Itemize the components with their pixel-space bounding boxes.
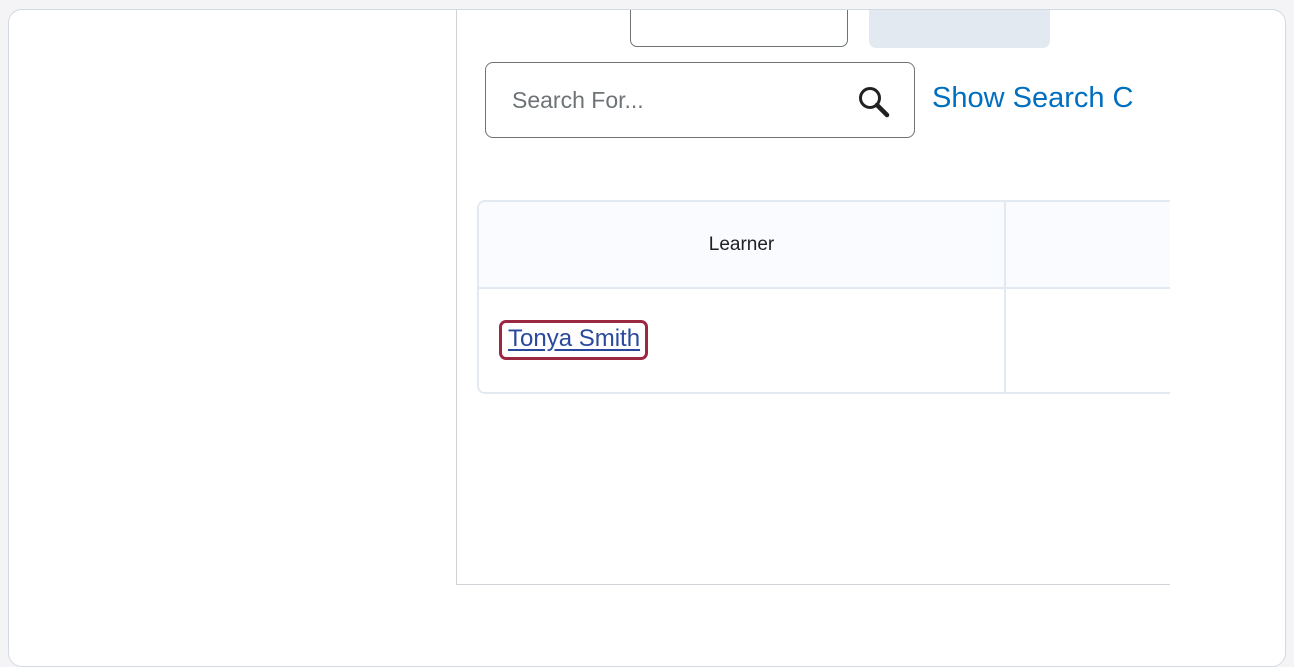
table-row: Tonya Smith [479,288,1170,392]
table-cell [1005,288,1170,392]
learner-name-link[interactable]: Tonya Smith [499,320,649,360]
partial-top-button[interactable] [869,10,1050,48]
search-input[interactable] [487,64,827,136]
column-header-2[interactable] [1005,202,1170,289]
search-box [485,62,915,138]
partial-top-input[interactable] [630,10,848,47]
column-header-learner[interactable]: Learner [479,202,1006,289]
show-search-options-link[interactable]: Show Search C [932,80,1134,116]
learner-table: Learner Tonya Smith [477,200,1170,394]
learner-cell: Tonya Smith [479,288,1006,392]
partial-label-fragment: , [597,10,601,16]
search-icon[interactable] [857,85,891,119]
content-panel: , Show Search C Learner [456,10,1170,585]
table-header-row: Learner [479,202,1170,289]
content-viewport: , Show Search C Learner [456,10,1170,585]
screenshot-frame: , Show Search C Learner [8,9,1286,667]
